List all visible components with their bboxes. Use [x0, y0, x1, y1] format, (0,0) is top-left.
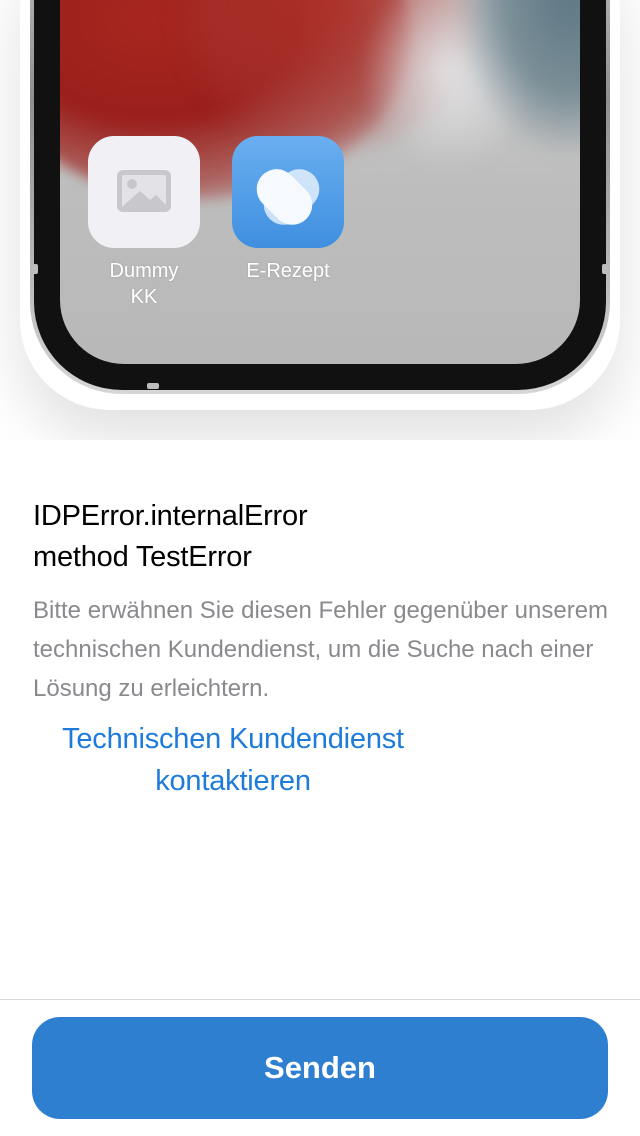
error-title: IDPError.internalError method TestError	[33, 496, 593, 578]
image-placeholder-icon	[117, 170, 171, 212]
phone-side-button-left	[32, 264, 38, 274]
error-title-line2: method TestError	[33, 541, 252, 573]
phone-illustration: Dummy KK E-Rezept	[0, 0, 640, 440]
e-rezept-heart-icon	[256, 169, 320, 225]
bottom-divider	[0, 999, 640, 1000]
error-screen: Dummy KK E-Rezept IDPError.internalError…	[0, 0, 640, 1136]
phone-screen: Dummy KK E-Rezept	[60, 0, 580, 364]
send-button[interactable]: Senden	[32, 1017, 608, 1119]
app-icon-e-rezept	[232, 136, 344, 248]
phone-side-button-right	[602, 264, 608, 274]
phone-bottom-mark	[147, 383, 159, 389]
app-label-dummy-kk: Dummy KK	[109, 260, 179, 308]
error-title-line1: IDPError.internalError	[33, 500, 308, 532]
contact-support-link[interactable]: Technischen Kundendienst kontaktieren	[33, 718, 433, 802]
app-e-rezept: E-Rezept	[232, 136, 344, 284]
app-dummy-kk: Dummy KK	[88, 136, 200, 310]
app-label-e-rezept: E-Rezept	[246, 260, 330, 282]
error-description: Bitte erwähnen Sie diesen Fehler gegenüb…	[33, 597, 609, 702]
app-icon-dummy-kk	[88, 136, 200, 248]
